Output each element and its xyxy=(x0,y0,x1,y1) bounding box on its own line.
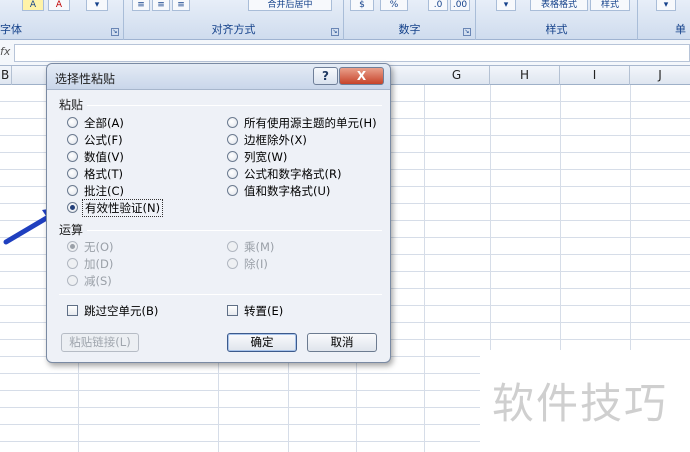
align-left-button[interactable]: ≡ xyxy=(132,0,150,11)
column-header-g[interactable]: G xyxy=(424,66,490,85)
column-header-h[interactable]: H xyxy=(490,66,560,85)
merge-center-button[interactable]: 合并后居中 xyxy=(248,0,332,11)
radio-icon xyxy=(227,151,238,162)
operation-option-add[interactable]: 加(D) xyxy=(67,256,113,271)
operation-section-label: 运算 xyxy=(59,223,84,237)
radio-icon xyxy=(227,168,238,179)
formula-input[interactable] xyxy=(14,44,690,62)
radio-icon xyxy=(227,258,238,269)
increase-decimal-button[interactable]: .0 xyxy=(428,0,448,11)
watermark-text: 软件技巧 xyxy=(492,379,669,428)
radio-icon xyxy=(227,185,238,196)
close-button[interactable]: X xyxy=(339,67,384,85)
grid-line xyxy=(424,85,425,452)
font-dialog-launcher-icon[interactable]: ↘ xyxy=(111,28,119,36)
percent-button[interactable]: % xyxy=(380,0,408,11)
paste-option-comments[interactable]: 批注(C) xyxy=(67,183,124,198)
radio-icon xyxy=(67,134,78,145)
column-header-i[interactable]: I xyxy=(560,66,630,85)
fx-icon[interactable]: fx xyxy=(0,45,14,58)
radio-icon xyxy=(67,151,78,162)
ribbon-group-label-font: 字体 xyxy=(0,23,22,36)
radio-selected-icon xyxy=(67,202,78,213)
paste-option-formulas-number-formats[interactable]: 公式和数字格式(R) xyxy=(227,166,341,181)
ribbon-group-label-number: 数字 xyxy=(398,23,421,36)
decrease-decimal-button[interactable]: .00 xyxy=(450,0,470,11)
paste-option-except-borders[interactable]: 边框除外(X) xyxy=(227,132,307,147)
column-header-j[interactable]: J xyxy=(630,66,690,85)
ribbon-group-alignment: ≡ ≡ ≡ 合并后居中 对齐方式 ↘ xyxy=(124,0,344,40)
radio-selected-icon xyxy=(67,241,78,252)
radio-icon xyxy=(67,117,78,128)
paste-option-formulas[interactable]: 公式(F) xyxy=(67,132,123,147)
radio-icon xyxy=(227,117,238,128)
conditional-format-dropdown[interactable]: ▾ xyxy=(496,0,516,11)
operation-option-subtract[interactable]: 减(S) xyxy=(67,273,112,288)
checkbox-icon xyxy=(227,305,238,316)
ribbon-group-label-cells: 单 xyxy=(675,23,686,36)
paste-option-column-widths[interactable]: 列宽(W) xyxy=(227,149,287,164)
dialog-titlebar[interactable]: 选择性粘贴 ? X xyxy=(47,64,390,90)
paste-section-label: 粘贴 xyxy=(59,98,84,112)
operation-option-divide[interactable]: 除(I) xyxy=(227,256,268,271)
paste-special-dialog: 选择性粘贴 ? X 粘贴 全部(A) 公式(F) 数值(V) 格式(T) 批注(… xyxy=(46,63,391,363)
paste-option-values[interactable]: 数值(V) xyxy=(67,149,124,164)
ok-button[interactable]: 确定 xyxy=(227,333,297,352)
insert-dropdown[interactable]: ▾ xyxy=(656,0,676,11)
ribbon-group-styles: ▾ 表格格式 样式 样式 xyxy=(476,0,638,40)
radio-icon xyxy=(67,258,78,269)
radio-icon xyxy=(227,241,238,252)
paste-option-validation[interactable]: 有效性验证(N) xyxy=(67,198,164,217)
paste-option-values-number-formats[interactable]: 值和数字格式(U) xyxy=(227,183,330,198)
radio-icon xyxy=(67,275,78,286)
operation-option-multiply[interactable]: 乘(M) xyxy=(227,239,274,254)
checkbox-separator xyxy=(59,294,382,295)
help-button[interactable]: ? xyxy=(313,67,338,85)
radio-icon xyxy=(67,168,78,179)
fill-color-button[interactable]: A xyxy=(48,0,70,11)
align-right-button[interactable]: ≡ xyxy=(172,0,190,11)
radio-icon xyxy=(67,185,78,196)
paste-link-button[interactable]: 粘贴链接(L) xyxy=(61,333,139,352)
ribbon-group-cells: ▾ 单 xyxy=(638,0,690,40)
paste-separator xyxy=(87,105,382,106)
ribbon-group-label-alignment: 对齐方式 xyxy=(211,23,256,36)
ribbon-group-label-styles: 样式 xyxy=(545,23,568,36)
skip-blanks-checkbox[interactable]: 跳过空单元(B) xyxy=(67,303,158,318)
dialog-title: 选择性粘贴 xyxy=(55,72,116,86)
column-header-b[interactable]: B xyxy=(0,66,12,85)
operation-option-none[interactable]: 无(O) xyxy=(67,239,114,254)
table-format-dropdown[interactable]: 表格格式 xyxy=(530,0,588,11)
watermark: 软件技巧 xyxy=(480,350,690,452)
checkbox-icon xyxy=(67,305,78,316)
paste-option-all[interactable]: 全部(A) xyxy=(67,115,124,130)
transpose-checkbox[interactable]: 转置(E) xyxy=(227,303,283,318)
cancel-button[interactable]: 取消 xyxy=(307,333,377,352)
align-center-button[interactable]: ≡ xyxy=(152,0,170,11)
radio-icon xyxy=(227,134,238,145)
ribbon-group-number: $ % .0 .00 数字 ↘ xyxy=(344,0,476,40)
operation-separator xyxy=(87,230,382,231)
cell-style-dropdown[interactable]: 样式 xyxy=(590,0,630,11)
paste-option-formats[interactable]: 格式(T) xyxy=(67,166,123,181)
paste-option-all-source-theme[interactable]: 所有使用源主题的单元(H) xyxy=(227,115,377,130)
ribbon-group-font: A A ▾ 字体 ↘ xyxy=(0,0,124,40)
accounting-format-button[interactable]: $ xyxy=(350,0,374,11)
number-dialog-launcher-icon[interactable]: ↘ xyxy=(463,28,471,36)
alignment-dialog-launcher-icon[interactable]: ↘ xyxy=(331,28,339,36)
ribbon: A A ▾ 字体 ↘ ≡ ≡ ≡ 合并后居中 对齐方式 ↘ $ % .0 .00… xyxy=(0,0,690,40)
font-more-button[interactable]: ▾ xyxy=(86,0,108,11)
font-color-button[interactable]: A xyxy=(22,0,44,11)
